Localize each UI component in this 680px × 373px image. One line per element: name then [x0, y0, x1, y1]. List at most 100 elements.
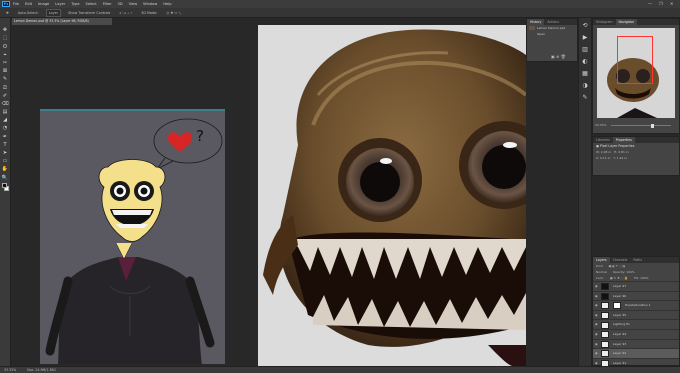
navigator-view-rect[interactable] [617, 36, 653, 84]
menu-layer[interactable]: Layer [55, 2, 65, 6]
svg-text:?: ? [196, 127, 204, 145]
move-tool-icon[interactable]: ✥ [4, 10, 11, 16]
history-snapshot-label: Lemon Demon.psd [537, 26, 566, 30]
layer-row[interactable]: ◉ Lighting fix [593, 319, 679, 329]
menu-bar: Ps File Edit Image Layer Type Select Fil… [0, 0, 680, 8]
height-field[interactable]: H: 2.81 in [614, 150, 629, 154]
menu-edit[interactable]: Edit [25, 2, 32, 6]
menu-image[interactable]: Image [38, 2, 49, 6]
visibility-eye-icon[interactable]: ◉ [595, 332, 598, 336]
history-icon[interactable]: ⟲ [581, 22, 589, 30]
frame-tool-icon[interactable]: ⊠ [2, 68, 9, 75]
menu-file[interactable]: File [13, 2, 19, 6]
move-tool-icon[interactable]: ✥ [2, 27, 9, 34]
options-bar: ✥ Auto-Select: Layer Show Transform Cont… [0, 8, 680, 18]
auto-select-target-dropdown[interactable]: Layer [45, 8, 62, 17]
layer-row[interactable]: ◉ Layer 97 [593, 281, 679, 291]
document-tab[interactable]: Lemon Demon.psd @ 33.3% (Layer 96, RGB/8… [12, 18, 112, 25]
menu-view[interactable]: View [129, 2, 138, 6]
tab-properties[interactable]: Properties [612, 137, 635, 143]
gradient-tool-icon[interactable]: ▤ [2, 109, 9, 116]
y-field[interactable]: Y: 1.44 in [613, 156, 627, 160]
visibility-eye-icon[interactable]: ◉ [595, 294, 598, 298]
hand-tool-icon[interactable]: ✋ [2, 166, 9, 173]
quick-select-tool-icon[interactable]: ⌖ [2, 52, 9, 59]
dodge-tool-icon[interactable]: ◔ [2, 125, 9, 132]
align-icons[interactable]: ⫷ ⫶ ⫸ ⫠ ⫟ [117, 10, 134, 16]
blur-tool-icon[interactable]: ◢ [2, 117, 9, 124]
color-icon[interactable]: ◐ [581, 58, 589, 66]
canvas-area[interactable]: ? [11, 25, 526, 366]
brush-settings-icon[interactable]: ✎ [581, 94, 589, 102]
zoom-slider[interactable] [611, 123, 671, 128]
menu-filter[interactable]: Filter [103, 2, 112, 6]
tab-navigator[interactable]: Navigator [615, 19, 638, 25]
tab-histogram[interactable]: Histogram [593, 19, 616, 25]
menu-help[interactable]: Help [163, 2, 171, 6]
marquee-tool-icon[interactable]: ⬚ [2, 35, 9, 42]
navigator-panel: Histogram Navigator 33.33% [592, 18, 680, 134]
visibility-eye-icon[interactable]: ◉ [595, 323, 598, 326]
layer-row[interactable]: ◉ Layer 93 [593, 338, 679, 349]
layer-thumbnail[interactable] [601, 350, 609, 358]
foreground-color-swatch[interactable] [2, 183, 7, 188]
layer-thumbnail[interactable] [601, 302, 609, 310]
3d-mode-icons[interactable]: ◎ ✥ ⇔ ⤡ [164, 10, 183, 16]
auto-select-checkbox[interactable]: Auto-Select: [16, 10, 41, 16]
visibility-eye-icon[interactable]: ◉ [595, 352, 598, 355]
lasso-tool-icon[interactable]: ʘ [2, 44, 9, 51]
pen-tool-icon[interactable]: ✒ [2, 134, 9, 141]
minimize-icon[interactable]: — [648, 1, 652, 6]
crop-tool-icon[interactable]: ✂ [2, 60, 9, 67]
eraser-tool-icon[interactable]: ⌫ [2, 101, 9, 108]
menu-select[interactable]: Select [86, 2, 97, 6]
menu-type[interactable]: Type [71, 2, 79, 6]
photoshop-logo[interactable]: Ps [2, 1, 10, 7]
zoom-slider-handle[interactable] [651, 123, 654, 128]
layer-thumbnail[interactable] [601, 312, 609, 320]
layer-thumbnail[interactable] [601, 321, 609, 329]
visibility-eye-icon[interactable]: ◉ [595, 342, 598, 346]
history-footer-icons[interactable]: ▣ ⊕ 🗑 [551, 54, 566, 59]
tab-paths[interactable]: Paths [630, 257, 645, 263]
show-transform-checkbox[interactable]: Show Transform Controls [66, 10, 112, 16]
x-field[interactable]: X: 0.11 in [596, 156, 610, 160]
brush-tool-icon[interactable]: ✐ [2, 93, 9, 100]
width-field[interactable]: W: 2.28 in [596, 150, 611, 154]
properties-position-row: X: 0.11 in Y: 1.44 in [593, 155, 679, 161]
actions-icon[interactable]: ▶ [581, 34, 589, 42]
layer-row[interactable]: ◉ Layer 94 [593, 328, 679, 339]
menu-3d[interactable]: 3D [118, 2, 123, 6]
menu-window[interactable]: Window [143, 2, 157, 6]
visibility-eye-icon[interactable]: ◉ [595, 285, 598, 288]
navigator-thumbnail[interactable] [597, 28, 675, 118]
visibility-eye-icon[interactable]: ◉ [595, 313, 598, 317]
layer-thumbnail[interactable] [601, 292, 609, 300]
status-zoom[interactable]: 33.33% [4, 368, 16, 372]
adjustments-icon[interactable]: ◑ [581, 82, 589, 90]
histogram-icon[interactable]: ▥ [581, 46, 589, 54]
layer-thumbnail[interactable] [601, 331, 609, 339]
swatches-icon[interactable]: ▦ [581, 70, 589, 78]
tab-libraries[interactable]: Libraries [593, 137, 613, 143]
layer-thumbnail[interactable] [601, 340, 609, 348]
close-icon[interactable]: ✕ [670, 1, 673, 6]
history-state[interactable]: Open [527, 31, 577, 37]
healing-tool-icon[interactable]: ⎚ [2, 85, 9, 92]
layer-mask-thumbnail[interactable] [613, 302, 621, 310]
shape-tool-icon[interactable]: ▭ [2, 158, 9, 165]
zoom-tool-icon[interactable]: 🔍 [2, 175, 9, 182]
layer-row[interactable]: ◉ Hue/Saturation 1 [593, 300, 679, 310]
status-bar: 33.33% Doc: 24.9M/1.36G [0, 366, 680, 373]
visibility-eye-icon[interactable]: ◉ [595, 304, 598, 307]
layer-thumbnail[interactable] [601, 283, 609, 291]
layer-row[interactable]: ◉ Layer 96 [593, 290, 679, 301]
eyedropper-tool-icon[interactable]: ✎ [2, 76, 9, 83]
visibility-eye-icon[interactable]: ◉ [595, 361, 598, 365]
restore-icon[interactable]: ❐ [659, 1, 663, 6]
layer-row[interactable]: ◉ Layer 92 [593, 348, 679, 358]
layer-row[interactable]: ◉ Layer 95 [593, 309, 679, 320]
path-select-tool-icon[interactable]: ➤ [2, 150, 9, 157]
type-tool-icon[interactable]: T [2, 142, 9, 149]
navigator-zoom-value[interactable]: 33.33% [595, 123, 606, 127]
